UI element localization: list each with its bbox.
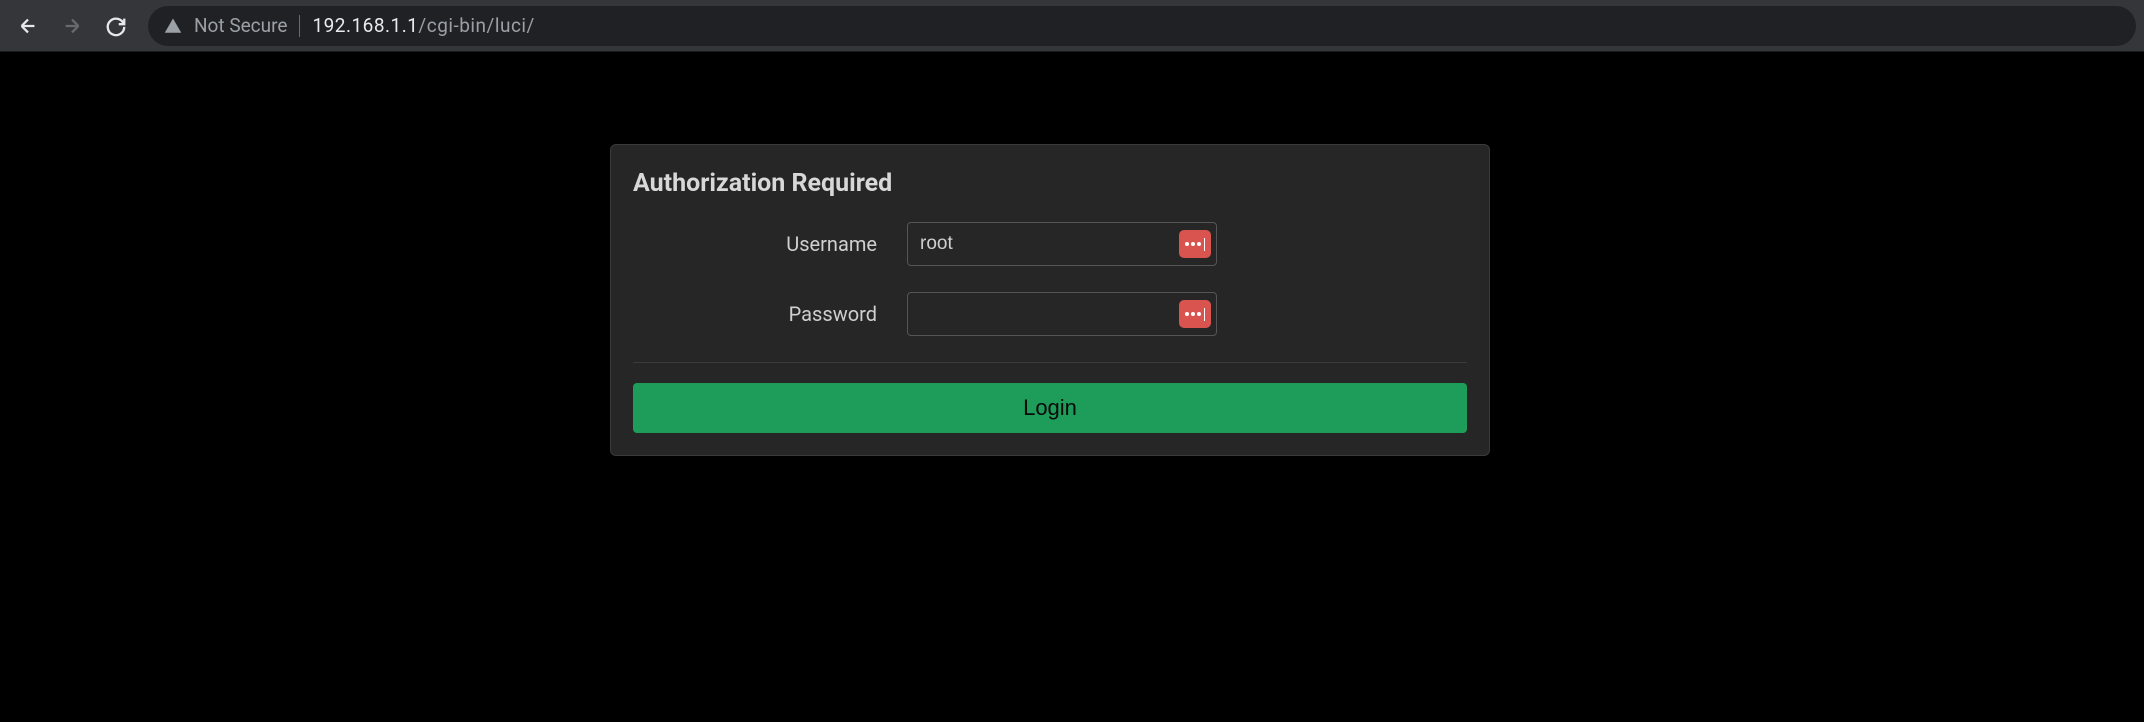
arrow-left-icon (17, 15, 39, 37)
password-manager-icon[interactable] (1179, 230, 1211, 258)
password-input[interactable] (907, 292, 1217, 336)
username-input[interactable] (907, 222, 1217, 266)
login-panel: Authorization Required Username Password (610, 144, 1490, 456)
browser-toolbar: Not Secure 192.168.1.1/cgi-bin/luci/ (0, 0, 2144, 52)
login-button[interactable]: Login (633, 383, 1467, 433)
page-content: Authorization Required Username Password (0, 52, 2144, 722)
password-label: Password (633, 302, 907, 326)
panel-title: Authorization Required (633, 169, 1467, 198)
security-status: Not Secure (194, 14, 287, 37)
username-input-wrapper (907, 222, 1217, 266)
password-manager-icon[interactable] (1179, 300, 1211, 328)
reload-icon (105, 15, 127, 37)
arrow-right-icon (61, 15, 83, 37)
separator (633, 362, 1467, 363)
divider (299, 15, 300, 37)
url-path: /cgi-bin/luci/ (418, 14, 534, 37)
username-label: Username (633, 232, 907, 256)
address-bar[interactable]: Not Secure 192.168.1.1/cgi-bin/luci/ (148, 6, 2136, 46)
reload-button[interactable] (96, 6, 136, 46)
not-secure-icon (164, 17, 182, 35)
url-text: 192.168.1.1/cgi-bin/luci/ (312, 14, 534, 37)
username-row: Username (633, 222, 1467, 266)
forward-button[interactable] (52, 6, 92, 46)
url-host: 192.168.1.1 (312, 14, 418, 37)
password-input-wrapper (907, 292, 1217, 336)
back-button[interactable] (8, 6, 48, 46)
nav-buttons (8, 6, 136, 46)
password-row: Password (633, 292, 1467, 336)
